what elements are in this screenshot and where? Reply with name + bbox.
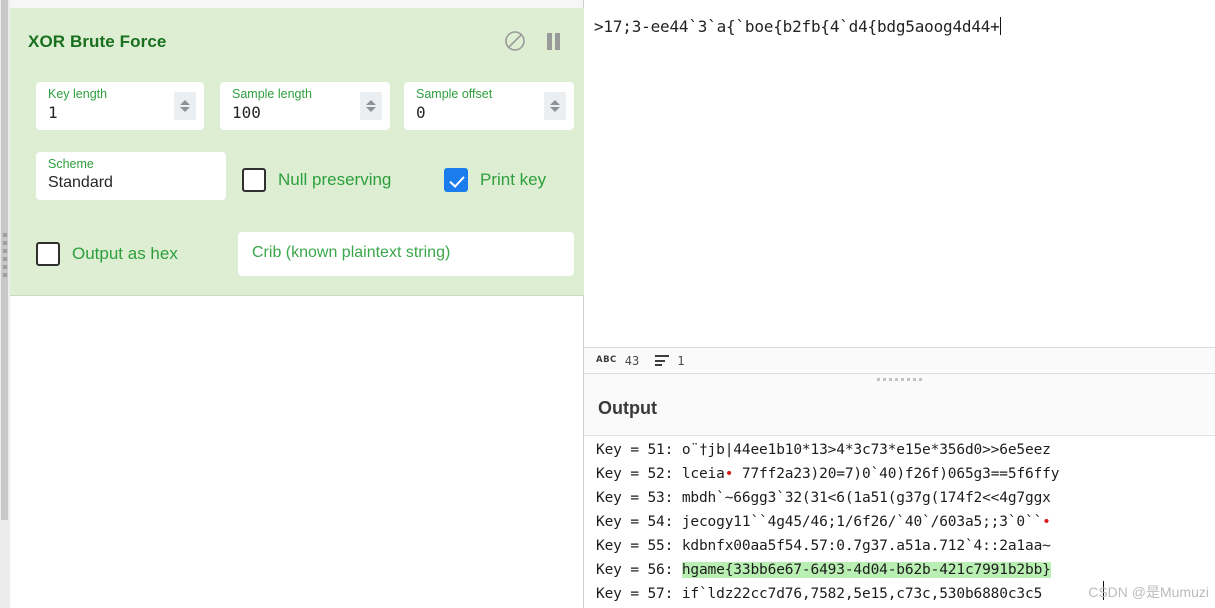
- scheme-label: Scheme: [48, 157, 94, 171]
- output-line-key-prefix: Key = 51:: [596, 442, 682, 458]
- input-text-line[interactable]: >17;3-ee44`3`a{`boe{b2fb{4`d4{bdg5aoog4d…: [594, 16, 1205, 38]
- output-resize-handle[interactable]: [584, 374, 1215, 384]
- input-editor[interactable]: >17;3-ee44`3`a{`boe{b2fb{4`d4{bdg5aoog4d…: [584, 0, 1215, 348]
- null-preserving-checkbox[interactable]: [242, 168, 266, 192]
- output-as-hex-checkbox-row[interactable]: Output as hex: [36, 242, 178, 266]
- null-preserving-checkbox-row[interactable]: Null preserving: [242, 168, 391, 192]
- key-length-label: Key length: [48, 87, 108, 101]
- char-count-value: 43: [624, 353, 640, 368]
- output-as-hex-label: Output as hex: [72, 244, 178, 263]
- operation-title: XOR Brute Force: [28, 32, 167, 51]
- input-text-value: >17;3-ee44`3`a{`boe{b2fb{4`d4{bdg5aoog4d…: [594, 17, 1000, 36]
- line-count-value: 1: [677, 353, 685, 368]
- control-char-marker: •: [1042, 514, 1051, 530]
- output-line: Key = 54: jecogy11``4g45/46;1/6f26/`40`/…: [584, 510, 1215, 534]
- recipe-pane: XOR Brute Force Key length 1 Sample leng…: [0, 0, 584, 608]
- sample-offset-value[interactable]: 0: [416, 103, 426, 122]
- crib-field[interactable]: Crib (known plaintext string): [238, 232, 574, 276]
- sample-length-stepper[interactable]: [360, 92, 382, 120]
- null-preserving-label: Null preserving: [278, 170, 392, 189]
- scheme-field[interactable]: Scheme Standard: [36, 152, 226, 200]
- output-line: Key = 53: mbdh`~66gg3`32(31<6(1a51(g37g(…: [584, 486, 1215, 510]
- output-line-text: lceia• 77ff2a23)20=7)0`40)f26f)065g3==5f…: [681, 466, 1060, 482]
- key-length-value[interactable]: 1: [48, 103, 58, 122]
- key-length-stepper[interactable]: [174, 92, 196, 120]
- output-line-key-prefix: Key = 54:: [596, 514, 682, 530]
- scheme-value[interactable]: Standard: [48, 174, 113, 192]
- cyberchef-window: XOR Brute Force Key length 1 Sample leng…: [0, 0, 1215, 608]
- output-line: Key = 52: lceia• 77ff2a23)20=7)0`40)f26f…: [584, 462, 1215, 486]
- splitter-grip-dots: [3, 233, 8, 281]
- output-as-hex-checkbox[interactable]: [36, 242, 60, 266]
- output-title: Output: [598, 398, 657, 418]
- output-line-key-prefix: Key = 56:: [596, 562, 682, 578]
- operation-xor-brute-force[interactable]: XOR Brute Force Key length 1 Sample leng…: [10, 8, 584, 296]
- key-length-field[interactable]: Key length 1: [36, 82, 204, 130]
- output-line: Key = 51: o¨†jb|44ee1b10*13>4*3c73*e15e*…: [584, 438, 1215, 462]
- sample-length-value[interactable]: 100: [232, 103, 261, 122]
- output-line-text: if`ldz22cc7d76,7582,5e15,c73c,530b6880c3…: [681, 586, 1043, 602]
- pause-icon[interactable]: [542, 30, 564, 52]
- sample-offset-label: Sample offset: [416, 87, 493, 101]
- output-line-text: kdbnfx00aa5f54.57:0.7g37.a51a.712`4::2a1…: [681, 538, 1051, 554]
- line-count-stat: 1: [655, 354, 684, 368]
- output-line-key-prefix: Key = 55:: [596, 538, 682, 554]
- pane-splitter-vertical[interactable]: [0, 0, 10, 608]
- sample-offset-stepper[interactable]: [544, 92, 566, 120]
- sample-offset-field[interactable]: Sample offset 0: [404, 82, 574, 130]
- crib-placeholder: Crib (known plaintext string): [252, 244, 451, 261]
- output-line-key-prefix: Key = 57:: [596, 586, 682, 602]
- line-count-icon: [655, 355, 670, 366]
- input-status-bar: ABC 43 1: [584, 348, 1215, 374]
- output-line-key-prefix: Key = 53:: [596, 490, 682, 506]
- output-line: Key = 55: kdbnfx00aa5f54.57:0.7g37.a51a.…: [584, 534, 1215, 558]
- output-line-text: mbdh`~66gg3`32(31<6(1a51(g37g(174f2<<4g7…: [681, 490, 1051, 506]
- csdn-watermark: CSDN @是Mumuzi: [1088, 584, 1209, 600]
- char-count-stat: ABC 43: [596, 354, 639, 368]
- output-line-text: o¨†jb|44ee1b10*13>4*3c73*e15e*356d0>>6e5…: [681, 442, 1051, 458]
- text-caret: [999, 17, 1001, 35]
- print-key-label: Print key: [480, 170, 547, 189]
- output-line-text: jecogy11``4g45/46;1/6f26/`40`/603a5;;3`0…: [681, 514, 1051, 530]
- print-key-checkbox-row[interactable]: Print key: [444, 168, 546, 192]
- output-line: Key = 56: hgame{33bb6e67-6493-4d04-b62b-…: [584, 558, 1215, 582]
- output-line-key-prefix: Key = 52:: [596, 466, 682, 482]
- sample-length-field[interactable]: Sample length 100: [220, 82, 390, 130]
- abc-icon: ABC: [596, 355, 617, 366]
- operation-icon-group: [504, 30, 564, 52]
- print-key-checkbox[interactable]: [444, 168, 468, 192]
- recipe-top-strip: [10, 0, 583, 8]
- control-char-marker: •: [724, 466, 734, 482]
- sample-length-label: Sample length: [232, 87, 312, 101]
- output-line-text: hgame{33bb6e67-6493-4d04-b62b-421c7991b2…: [681, 562, 1051, 578]
- disable-circle-slash-icon[interactable]: [504, 30, 526, 52]
- io-pane: >17;3-ee44`3`a{`boe{b2fb{4`d4{bdg5aoog4d…: [584, 0, 1215, 608]
- output-header: Output: [584, 374, 1215, 436]
- operation-header: XOR Brute Force: [10, 24, 584, 60]
